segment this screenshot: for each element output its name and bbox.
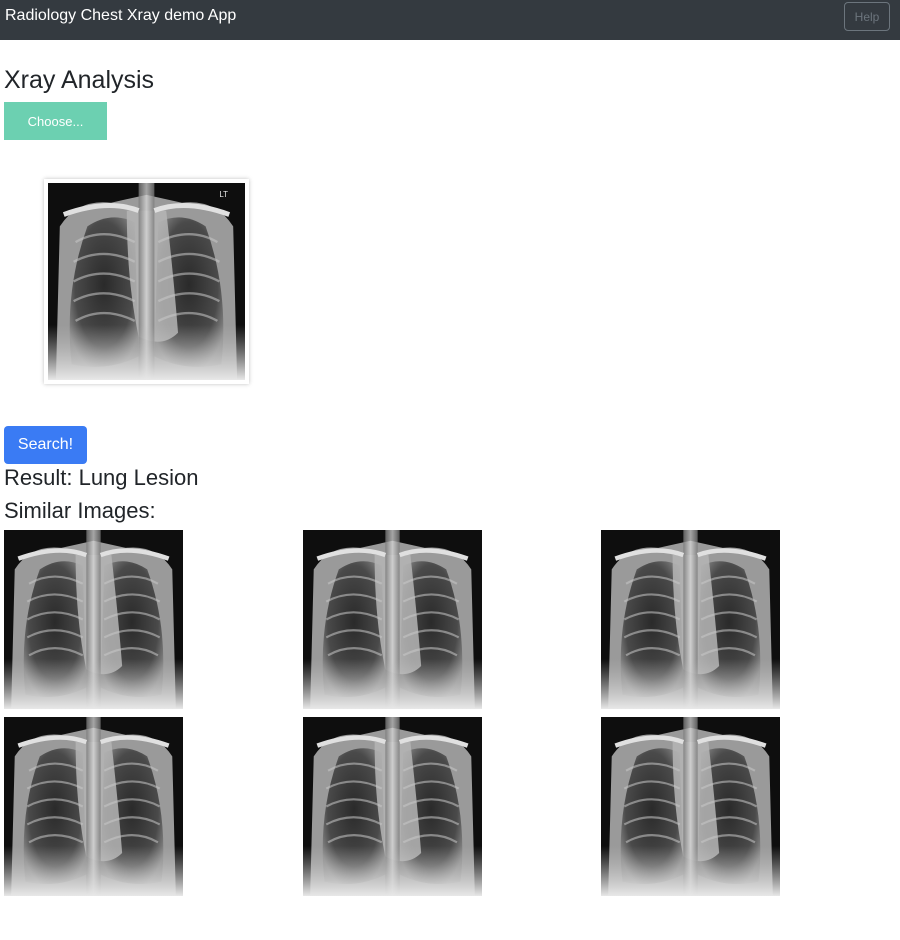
chest-xray-image xyxy=(4,717,183,896)
similar-image-2[interactable] xyxy=(303,530,482,709)
similar-image-3[interactable] xyxy=(601,530,780,709)
similar-image-6[interactable] xyxy=(601,717,780,896)
similar-image-4[interactable] xyxy=(4,717,183,896)
help-button[interactable]: Help xyxy=(844,2,890,31)
chest-xray-image xyxy=(601,530,780,709)
result-text: Result: Lung Lesion xyxy=(4,465,199,490)
similar-image-1[interactable] xyxy=(4,530,183,709)
similar-image-5[interactable] xyxy=(303,717,482,896)
uploaded-xray-preview: LT xyxy=(44,179,249,384)
similar-images-heading: Similar Images: xyxy=(4,498,156,523)
chest-xray-image xyxy=(303,530,482,709)
chest-xray-image: LT xyxy=(48,183,245,380)
laterality-marker: LT xyxy=(219,190,228,199)
chest-xray-image xyxy=(4,530,183,709)
app-brand[interactable]: Radiology Chest Xray demo App xyxy=(5,7,236,25)
chest-xray-image xyxy=(601,717,780,896)
choose-file-button[interactable]: Choose... xyxy=(4,102,107,140)
chest-xray-image xyxy=(303,717,482,896)
page-title: Xray Analysis xyxy=(4,66,155,94)
search-button[interactable]: Search! xyxy=(4,426,87,464)
navbar: Radiology Chest Xray demo App Help xyxy=(0,0,900,40)
